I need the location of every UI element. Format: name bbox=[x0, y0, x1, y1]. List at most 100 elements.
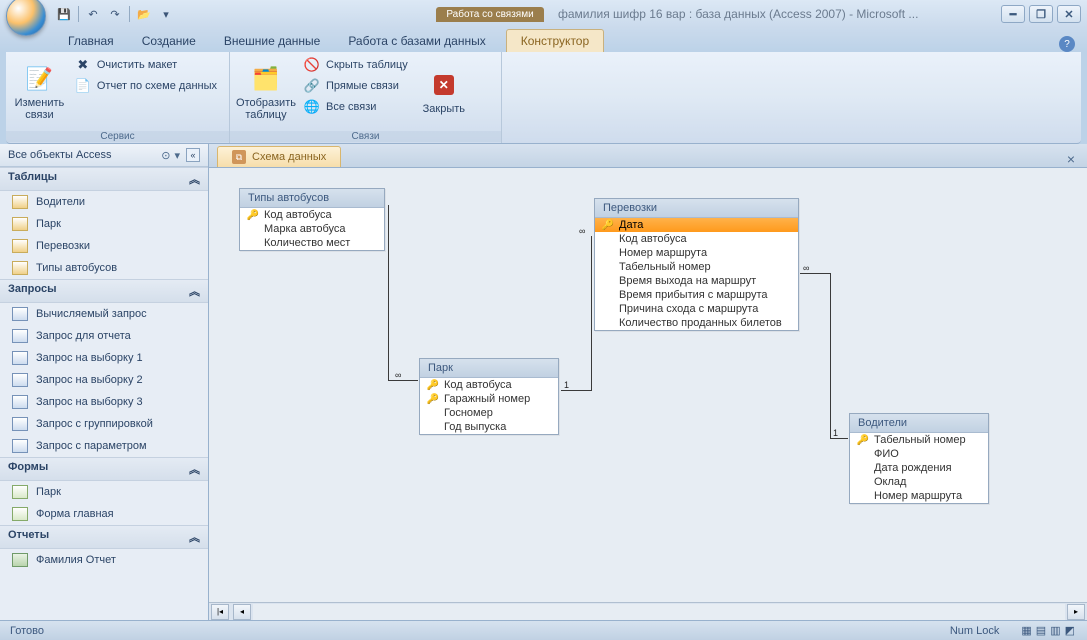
relation-field[interactable]: Год выпуска bbox=[420, 420, 558, 434]
close-window-button[interactable]: ✕ bbox=[1057, 5, 1081, 23]
nav-menu-icon[interactable]: ▾ bbox=[174, 149, 180, 162]
record-first-button[interactable]: |◂ bbox=[211, 604, 229, 620]
tab-create[interactable]: Создание bbox=[128, 30, 210, 52]
qat-open[interactable]: 📂 bbox=[134, 4, 154, 24]
help-button[interactable]: ? bbox=[1059, 36, 1075, 52]
scroll-right-button[interactable]: ▸ bbox=[1067, 604, 1085, 620]
restore-button[interactable]: ❐ bbox=[1029, 5, 1053, 23]
nav-item-table[interactable]: Перевозки bbox=[0, 235, 208, 257]
nav-group-queries[interactable]: Запросы︽ bbox=[0, 279, 208, 303]
relation-table-bus-types[interactable]: Типы автобусов🔑Код автобусаМарка автобус… bbox=[239, 188, 385, 251]
relation-field[interactable]: Время выхода на маршрут bbox=[595, 274, 798, 288]
cardinality-one: 1 bbox=[564, 380, 569, 390]
relation-field[interactable]: 🔑Дата bbox=[595, 218, 798, 232]
nav-item-query[interactable]: Запрос с группировкой bbox=[0, 413, 208, 435]
nav-item-query[interactable]: Запрос на выборку 1 bbox=[0, 347, 208, 369]
relation-field[interactable]: Время прибытия с маршрута bbox=[595, 288, 798, 302]
nav-collapse-button[interactable]: « bbox=[186, 148, 200, 162]
nav-group-forms[interactable]: Формы︽ bbox=[0, 457, 208, 481]
nav-item-table[interactable]: Парк bbox=[0, 213, 208, 235]
minimize-button[interactable]: ━ bbox=[1001, 5, 1025, 23]
relation-table-park[interactable]: Парк🔑Код автобуса🔑Гаражный номерГосномер… bbox=[419, 358, 559, 435]
document-tab-schema[interactable]: ⧉ Схема данных bbox=[217, 146, 341, 167]
nav-item-query[interactable]: Запрос для отчета bbox=[0, 325, 208, 347]
relation-table-header[interactable]: Типы автобусов bbox=[240, 189, 384, 208]
relation-field[interactable]: 🔑Табельный номер bbox=[850, 433, 988, 447]
relation-table-header[interactable]: Водители bbox=[850, 414, 988, 433]
nav-item-query[interactable]: Запрос на выборку 2 bbox=[0, 369, 208, 391]
edit-relationships-button[interactable]: 📝 Изменить связи bbox=[12, 55, 67, 129]
relation-line bbox=[830, 438, 848, 439]
clear-layout-button[interactable]: ✖ Очистить макет bbox=[69, 55, 223, 75]
all-relationships-button[interactable]: 🌐 Все связи bbox=[298, 97, 414, 117]
nav-item-table[interactable]: Водители bbox=[0, 191, 208, 213]
hscroll-track[interactable] bbox=[253, 604, 1065, 620]
status-ready: Готово bbox=[10, 625, 44, 637]
qat-undo[interactable]: ↶ bbox=[83, 4, 103, 24]
nav-item-report[interactable]: Фамилия Отчет bbox=[0, 549, 208, 571]
relation-field[interactable]: Номер маршрута bbox=[850, 489, 988, 503]
relation-field[interactable]: Марка автобуса bbox=[240, 222, 384, 236]
hide-table-button[interactable]: 🚫 Скрыть таблицу bbox=[298, 55, 414, 75]
nav-title[interactable]: Все объекты Access bbox=[8, 149, 111, 161]
view-shortcut-3[interactable]: ▥ bbox=[1050, 624, 1060, 637]
nav-item-query[interactable]: Запрос с параметром bbox=[0, 435, 208, 457]
relation-field[interactable]: Оклад bbox=[850, 475, 988, 489]
show-table-icon: 🗂️ bbox=[250, 63, 282, 95]
view-shortcut-4[interactable]: ◩ bbox=[1065, 624, 1075, 637]
nav-item-query-icon bbox=[12, 417, 28, 431]
nav-item-table-icon bbox=[12, 261, 28, 275]
qat-customize[interactable]: ▾ bbox=[156, 4, 176, 24]
relation-field[interactable]: Дата рождения bbox=[850, 461, 988, 475]
office-button[interactable] bbox=[6, 0, 46, 36]
all-relationships-icon: 🌐 bbox=[304, 99, 320, 115]
nav-item-query[interactable]: Запрос на выборку 3 bbox=[0, 391, 208, 413]
relation-field[interactable]: Код автобуса bbox=[595, 232, 798, 246]
relation-field[interactable]: 🔑Код автобуса bbox=[420, 378, 558, 392]
relation-field[interactable]: Госномер bbox=[420, 406, 558, 420]
nav-item-form-icon bbox=[12, 507, 28, 521]
window-title: фамилия шифр 16 вар : база данных (Acces… bbox=[558, 7, 1001, 21]
direct-relationships-button[interactable]: 🔗 Прямые связи bbox=[298, 76, 414, 96]
relation-field[interactable]: Табельный номер bbox=[595, 260, 798, 274]
nav-dropdown-icon[interactable]: ⊙ bbox=[161, 149, 170, 162]
tab-dbtools[interactable]: Работа с базами данных bbox=[334, 30, 499, 52]
show-table-button[interactable]: 🗂️ Отобразить таблицу bbox=[236, 55, 296, 129]
qat-redo[interactable]: ↷ bbox=[105, 4, 125, 24]
nav-item-form[interactable]: Форма главная bbox=[0, 503, 208, 525]
relation-field[interactable]: ФИО bbox=[850, 447, 988, 461]
nav-item-query[interactable]: Вычисляемый запрос bbox=[0, 303, 208, 325]
relation-field[interactable]: 🔑Код автобуса bbox=[240, 208, 384, 222]
relation-field[interactable]: Количество мест bbox=[240, 236, 384, 250]
close-schema-button[interactable]: ✕ Закрыть bbox=[414, 55, 474, 129]
relation-field[interactable]: Причина схода с маршрута bbox=[595, 302, 798, 316]
relation-table-drivers[interactable]: Водители🔑Табельный номерФИОДата рождения… bbox=[849, 413, 989, 504]
schema-report-icon: 📄 bbox=[75, 78, 91, 94]
nav-item-form[interactable]: Парк bbox=[0, 481, 208, 503]
schema-report-button[interactable]: 📄 Отчет по схеме данных bbox=[69, 76, 223, 96]
tab-design-context[interactable]: Конструктор bbox=[506, 29, 604, 52]
group-links-label: Связи bbox=[230, 131, 501, 142]
relation-table-header[interactable]: Перевозки bbox=[595, 199, 798, 218]
cardinality-many: ∞ bbox=[395, 370, 401, 380]
tab-home[interactable]: Главная bbox=[54, 30, 128, 52]
nav-group-tables[interactable]: Таблицы︽ bbox=[0, 167, 208, 191]
nav-item-table[interactable]: Типы автобусов bbox=[0, 257, 208, 279]
nav-group-reports[interactable]: Отчеты︽ bbox=[0, 525, 208, 549]
scroll-left-button[interactable]: ◂ bbox=[233, 604, 251, 620]
tab-external[interactable]: Внешние данные bbox=[210, 30, 335, 52]
relation-field[interactable]: 🔑Гаражный номер bbox=[420, 392, 558, 406]
view-shortcut-2[interactable]: ▤ bbox=[1036, 624, 1046, 637]
relation-line bbox=[830, 273, 831, 438]
nav-item-query-icon bbox=[12, 395, 28, 409]
edit-relationships-label: Изменить связи bbox=[14, 97, 65, 121]
key-icon: 🔑 bbox=[426, 394, 440, 405]
view-shortcut-1[interactable]: ▦ bbox=[1021, 624, 1031, 637]
document-close-button[interactable]: × bbox=[1061, 151, 1081, 167]
relation-table-header[interactable]: Парк bbox=[420, 359, 558, 378]
relation-field[interactable]: Номер маршрута bbox=[595, 246, 798, 260]
relation-field[interactable]: Количество проданных билетов bbox=[595, 316, 798, 330]
key-icon: 🔑 bbox=[426, 380, 440, 391]
relation-table-trans[interactable]: Перевозки🔑ДатаКод автобусаНомер маршрута… bbox=[594, 198, 799, 331]
qat-save[interactable]: 💾 bbox=[54, 4, 74, 24]
